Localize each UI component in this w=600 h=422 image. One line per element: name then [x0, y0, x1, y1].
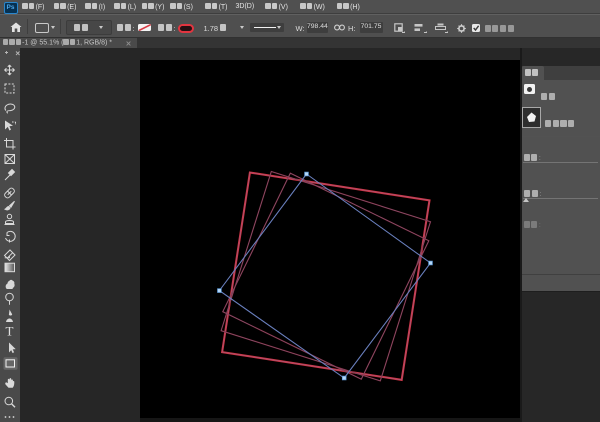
svg-text:T: T: [6, 323, 14, 338]
